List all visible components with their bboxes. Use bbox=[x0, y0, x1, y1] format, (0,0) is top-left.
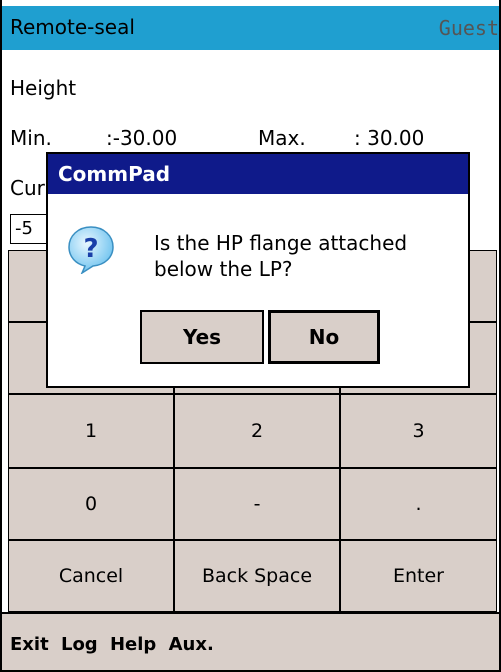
menu-item-help[interactable]: Help bbox=[110, 634, 156, 655]
yes-button[interactable]: Yes bbox=[140, 310, 264, 364]
max-label: Max. bbox=[258, 126, 306, 150]
dialog-title: CommPad bbox=[48, 154, 468, 194]
bottom-menu-bar: Exit Log Help Aux. bbox=[2, 612, 499, 670]
key-1[interactable]: 1 bbox=[8, 394, 174, 468]
min-value: :-30.00 bbox=[106, 126, 178, 150]
max-value: : 30.00 bbox=[354, 126, 425, 150]
key-0[interactable]: 0 bbox=[8, 468, 174, 540]
title-bar: Remote-seal Guest bbox=[2, 6, 499, 50]
enter-button[interactable]: Enter bbox=[340, 540, 497, 612]
min-label: Min. bbox=[10, 126, 52, 150]
current-value-text: -5 bbox=[15, 218, 33, 239]
key-2[interactable]: 2 bbox=[174, 394, 340, 468]
user-label: Guest bbox=[438, 16, 499, 40]
app-title: Remote-seal bbox=[10, 15, 135, 39]
menu-item-exit[interactable]: Exit bbox=[10, 634, 49, 655]
confirm-dialog: CommPad ? Is the HP flange attached belo… bbox=[46, 152, 470, 388]
app-window: Remote-seal Guest Height Min. :-30.00 Ma… bbox=[0, 0, 501, 672]
dialog-message: Is the HP flange attached below the LP? bbox=[154, 231, 408, 281]
height-label: Height bbox=[10, 76, 77, 100]
key-3[interactable]: 3 bbox=[340, 394, 497, 468]
menu-item-aux[interactable]: Aux. bbox=[169, 634, 214, 655]
key-minus[interactable]: - bbox=[174, 468, 340, 540]
menu: Exit Log Help Aux. bbox=[10, 634, 220, 655]
key-decimal[interactable]: . bbox=[340, 468, 497, 540]
current-label: Cur bbox=[10, 176, 45, 200]
menu-item-log[interactable]: Log bbox=[61, 634, 98, 655]
cancel-button[interactable]: Cancel bbox=[8, 540, 174, 612]
svg-text:?: ? bbox=[83, 234, 98, 264]
question-icon: ? bbox=[68, 226, 114, 274]
no-button[interactable]: No bbox=[268, 310, 380, 364]
backspace-button[interactable]: Back Space bbox=[174, 540, 340, 612]
